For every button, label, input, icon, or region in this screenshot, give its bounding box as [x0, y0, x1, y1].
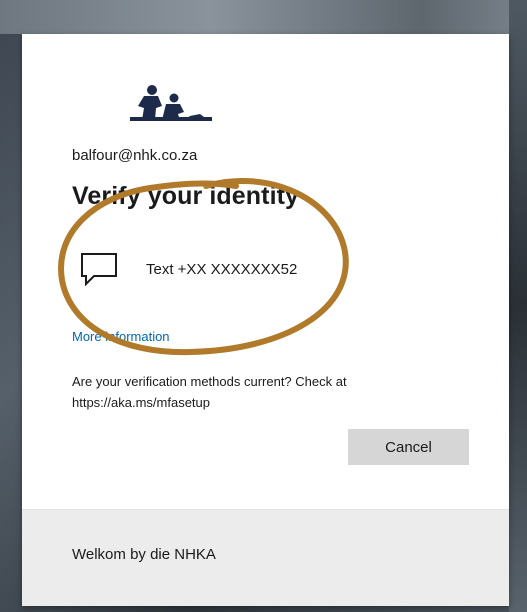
- more-information-link[interactable]: More information: [72, 329, 170, 344]
- cancel-button[interactable]: Cancel: [348, 429, 469, 465]
- verification-note: Are your verification methods current? C…: [72, 374, 347, 410]
- verification-method-label: Text +XX XXXXXXX52: [146, 260, 298, 278]
- chat-bubble-icon: [81, 253, 117, 286]
- footer-banner: Welkom by die NHKA: [22, 509, 509, 606]
- sign-in-dialog: balfour@nhk.co.za Verify your identity T…: [22, 34, 509, 606]
- organization-logo: [130, 85, 212, 121]
- account-email: balfour@nhk.co.za: [72, 147, 198, 164]
- background-top: [0, 0, 527, 34]
- background-right: [509, 0, 527, 612]
- footer-welcome-text: Welkom by die NHKA: [72, 546, 216, 563]
- verification-method-option[interactable]: Text +XX XXXXXXX52: [72, 244, 342, 294]
- page-title: Verify your identity: [72, 182, 300, 210]
